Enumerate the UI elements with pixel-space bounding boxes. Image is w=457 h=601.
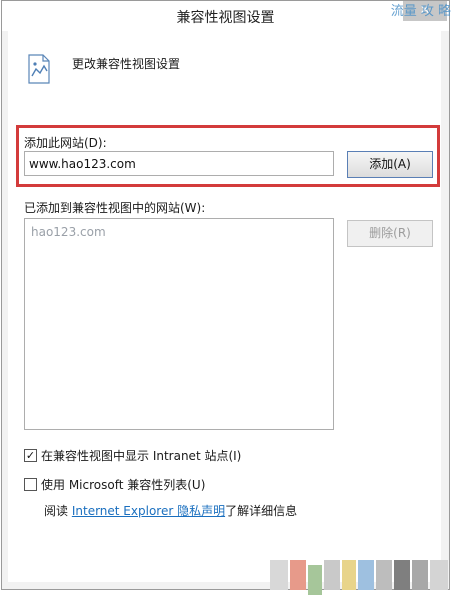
info-prefix: 阅读 (44, 504, 69, 518)
watermark-text: 流量 攻 略 (390, 4, 451, 19)
remove-button[interactable]: 删除(R) (347, 220, 433, 247)
page-heading: 更改兼容性视图设置 (72, 57, 181, 71)
document-icon (28, 54, 50, 84)
intranet-checkbox[interactable]: ✓ (24, 449, 37, 462)
ms-list-checkbox[interactable] (24, 478, 37, 491)
privacy-info: 阅读 Internet Explorer 隐私声明了解详细信息 (44, 502, 297, 519)
list-item[interactable]: hao123.com (31, 225, 106, 239)
site-list[interactable]: hao123.com (24, 218, 334, 430)
dialog-title: 兼容性视图设置 (176, 10, 275, 26)
add-site-label: 添加此网站(D): (24, 136, 107, 150)
ms-list-option[interactable]: 使用 Microsoft 兼容性列表(U) (24, 476, 205, 493)
intranet-label: 在兼容性视图中显示 Intranet 站点(I) (41, 449, 242, 463)
privacy-link[interactable]: Internet Explorer 隐私声明 (72, 504, 225, 518)
ms-list-label: 使用 Microsoft 兼容性列表(U) (41, 478, 206, 492)
add-button[interactable]: 添加(A) (347, 151, 433, 178)
compat-view-dialog: 兼容性视图设置 ✕ 流量 攻 略 更改兼容性视图设置 添加此网站(D): 添加(… (0, 0, 457, 601)
site-list-label: 已添加到兼容性视图中的网站(W): (24, 201, 206, 215)
intranet-option[interactable]: ✓ 在兼容性视图中显示 Intranet 站点(I) (24, 447, 241, 464)
info-suffix: 了解详细信息 (225, 504, 298, 518)
dialog-body: 更改兼容性视图设置 添加此网站(D): 添加(A) 已添加到兼容性视图中的网站(… (8, 30, 441, 582)
site-input[interactable] (24, 151, 334, 176)
title-bar: 兼容性视图设置 ✕ (2, 1, 449, 31)
